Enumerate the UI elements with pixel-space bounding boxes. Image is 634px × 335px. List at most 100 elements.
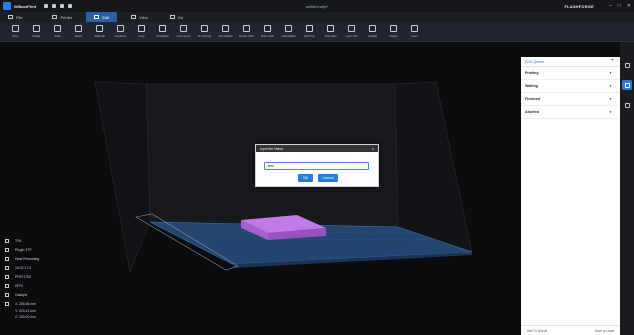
dialog-title: Input the Name <box>260 146 284 151</box>
info-row: Plugin 3TP <box>5 245 39 254</box>
array-icon <box>138 25 145 32</box>
tab-edit-label: Edit <box>102 14 110 20</box>
tool-label: Move <box>12 35 19 38</box>
open-icon[interactable] <box>52 4 57 8</box>
ok-button[interactable]: OK <box>298 174 313 182</box>
tab-go[interactable]: Go <box>162 12 191 22</box>
scene-canvas[interactable] <box>0 42 521 335</box>
tool-layer-part-button[interactable]: Layer Part <box>341 22 362 42</box>
window-controls: – □ ✕ <box>609 3 631 9</box>
tool-label: Array <box>138 35 145 38</box>
tool-label: Select All <box>94 35 105 38</box>
tool-label: Add Prop <box>304 35 315 38</box>
extract-shell-icon <box>243 25 250 32</box>
tool-label: Make Solid <box>261 35 274 38</box>
dialog-buttons: OK Cancel <box>256 174 380 182</box>
tool-label: Rotate <box>32 35 41 38</box>
queue-icon[interactable] <box>622 80 632 90</box>
tool-3d-painting-button[interactable]: 3D Painting <box>194 22 215 42</box>
coating-icon <box>369 25 376 32</box>
chevron-down-icon: ▼ <box>609 97 612 101</box>
close-button[interactable]: ✕ <box>627 3 631 9</box>
delete-icon <box>75 25 82 32</box>
rotate-icon <box>33 25 40 32</box>
queue-section-waiting[interactable]: Waiting ▼ <box>521 80 620 93</box>
minimize-button[interactable]: – <box>609 3 612 9</box>
name-input[interactable]: test <box>264 162 369 170</box>
tool-split-models-button[interactable]: Split Models <box>215 22 236 42</box>
tab-view[interactable]: View <box>123 12 156 22</box>
split-models-icon <box>222 25 229 32</box>
tool-label: 3D Painting <box>197 35 212 38</box>
tool-coating-button[interactable]: Coating <box>362 22 383 42</box>
tool-extract-shell-button[interactable]: Extract Shell <box>236 22 257 42</box>
tool-delete-button[interactable]: Delete <box>68 22 89 42</box>
size-icon <box>5 274 9 279</box>
save-icon[interactable] <box>44 4 49 8</box>
add-to-queue-button[interactable]: Add To Queue <box>527 329 547 333</box>
settings-icon[interactable] <box>622 100 632 110</box>
tool-auto-layout-button[interactable]: Auto Layout <box>173 22 194 42</box>
clock-icon <box>5 265 9 270</box>
cancel-button[interactable]: Cancel <box>318 174 338 182</box>
tool-rotate-button[interactable]: Rotate <box>26 22 47 42</box>
tool-make-solid-button[interactable]: Make Solid <box>257 22 278 42</box>
app-name: WiiboxPrint <box>14 3 37 9</box>
tool-select-all-button[interactable]: Select All <box>89 22 110 42</box>
tool-label: Weight <box>389 35 398 38</box>
layers-icon[interactable] <box>622 60 632 70</box>
print-queue-footer: Add To Queue Save to Local <box>521 325 620 335</box>
maximize-button[interactable]: □ <box>618 3 621 9</box>
tool-add-prop-button[interactable]: Add Prop <box>299 22 320 42</box>
tool-label: Duplicate <box>115 35 126 38</box>
dialog-header: Input the Name × <box>256 145 378 152</box>
redo-icon[interactable] <box>68 4 73 8</box>
queue-section-label: Waiting <box>525 84 538 88</box>
paint-icon <box>201 25 208 32</box>
tool-label: Auto Layout <box>176 35 191 38</box>
queue-section-printing[interactable]: Printing ▼ <box>521 67 620 80</box>
tab-printer[interactable]: Printer <box>44 12 80 22</box>
tool-weight-button[interactable]: Weight <box>383 22 404 42</box>
make-solid-icon <box>264 25 271 32</box>
tool-orientation-button[interactable]: Orientation <box>152 22 173 42</box>
3d-viewport[interactable]: TPA Plugin 3TP Heat Preventing 16:22:17:4 PP… <box>0 42 521 335</box>
tool-add-modifier-button[interactable]: Add Modifier <box>278 22 299 42</box>
toolbar: Move Rotate Scale Delete Select All Duplicate… <box>0 22 634 42</box>
add-icon[interactable]: + <box>610 58 614 64</box>
undo-icon[interactable] <box>60 4 65 8</box>
tool-label: Add Modifier <box>281 35 296 38</box>
tool-add-label-button[interactable]: Add Label <box>320 22 341 42</box>
document-title: untitled.wiip* <box>305 3 329 9</box>
menu-tabs: File Printer Edit View Go <box>0 12 634 22</box>
tab-printer-label: Printer <box>60 14 73 20</box>
tool-insert-button[interactable]: Insert <box>404 22 425 42</box>
add-label-icon <box>327 25 334 32</box>
side-icon-strip <box>620 42 634 335</box>
queue-section-finished[interactable]: Finished ▼ <box>521 93 620 106</box>
tab-edit[interactable]: Edit <box>86 12 118 22</box>
print-queue-header: Print Queue + <box>521 57 620 67</box>
tool-label: Scale <box>54 35 61 38</box>
info-value: 16:22:17:4 <box>15 265 32 270</box>
tab-file[interactable]: File <box>0 12 30 22</box>
tool-array-button[interactable]: Array <box>131 22 152 42</box>
go-icon <box>169 15 175 19</box>
brand-label: FLASHFORGE <box>564 3 594 9</box>
info-row: 16:22:17:4 <box>5 263 39 272</box>
speed-icon <box>5 283 9 288</box>
print-queue-panel: Print Queue + Printing ▼ Waiting ▼ Finishe… <box>521 57 620 335</box>
queue-section-aborted[interactable]: Aborted ▼ <box>521 106 620 119</box>
select-all-icon <box>96 25 103 32</box>
tool-scale-button[interactable]: Scale <box>47 22 68 42</box>
tool-move-button[interactable]: Move <box>5 22 26 42</box>
add-prop-icon <box>306 25 313 32</box>
app-logo-icon <box>3 2 11 10</box>
dialog-close-icon[interactable]: × <box>372 146 374 151</box>
build-volume-right <box>394 81 473 253</box>
quick-access-toolbar <box>44 4 73 8</box>
chevron-down-icon: ▼ <box>609 84 612 88</box>
save-to-local-button[interactable]: Save to Local <box>595 329 614 333</box>
tool-label: Delete <box>74 35 83 38</box>
tool-duplicate-button[interactable]: Duplicate <box>110 22 131 42</box>
